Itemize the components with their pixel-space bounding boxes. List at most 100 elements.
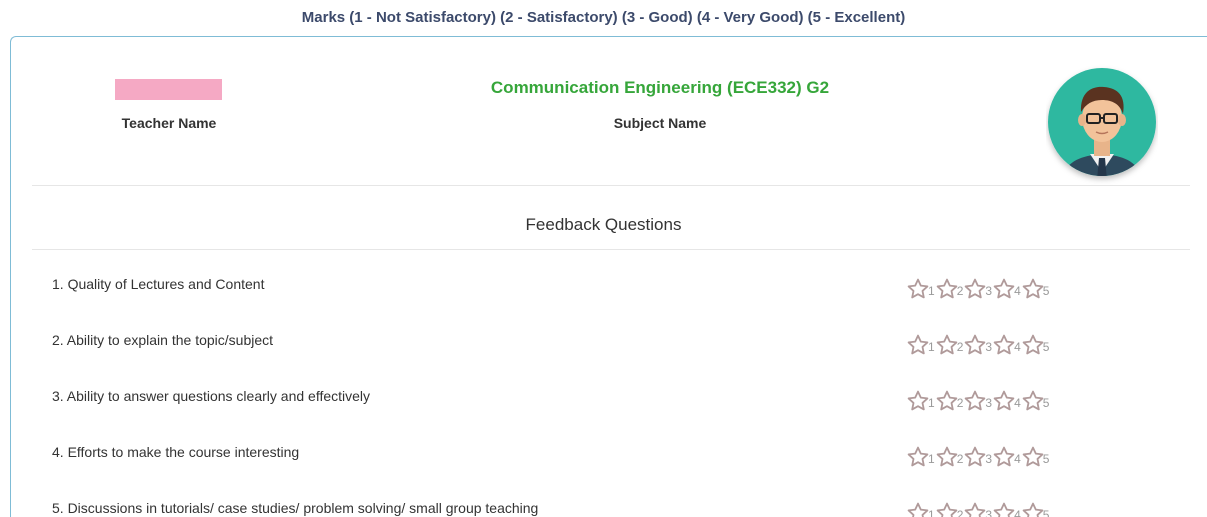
rating-number: 1 xyxy=(928,284,935,298)
star-icon xyxy=(907,334,929,355)
star-icon xyxy=(1022,278,1044,299)
teacher-name-redacted xyxy=(115,79,222,100)
rating-number: 4 xyxy=(1014,508,1021,517)
rating-star-1[interactable]: 1 xyxy=(907,502,935,517)
rating-star-3[interactable]: 3 xyxy=(964,334,992,356)
star-rating: 1 2 3 4 5 xyxy=(907,440,1050,468)
rating-number: 3 xyxy=(985,340,993,354)
star-icon xyxy=(907,502,929,517)
rating-star-3[interactable]: 3 xyxy=(964,446,992,468)
star-icon xyxy=(965,390,986,411)
rating-star-4[interactable]: 4 xyxy=(993,390,1021,412)
rating-star-4[interactable]: 4 xyxy=(993,334,1021,356)
star-rating: 1 2 3 4 5 xyxy=(907,272,1050,300)
star-icon xyxy=(936,278,957,299)
star-icon xyxy=(1022,334,1044,355)
rating-star-5[interactable]: 5 xyxy=(1022,446,1050,468)
rating-star-5[interactable]: 5 xyxy=(1022,502,1050,517)
rating-number: 4 xyxy=(1014,284,1021,298)
rating-star-4[interactable]: 4 xyxy=(993,278,1021,300)
star-icon xyxy=(1022,502,1044,517)
rating-number: 4 xyxy=(1014,396,1021,410)
question-text: 2. Ability to explain the topic/subject xyxy=(52,332,274,348)
question-row: 1. Quality of Lectures and Content 1 2 3 4 5 xyxy=(52,272,1182,300)
rating-number: 5 xyxy=(1042,284,1050,298)
rating-number: 3 xyxy=(985,452,993,466)
rating-number: 2 xyxy=(956,396,964,410)
rating-number: 2 xyxy=(956,340,964,354)
question-text: 3. Ability to answer questions clearly a… xyxy=(52,388,371,404)
question-text: 4. Efforts to make the course interestin… xyxy=(52,444,300,460)
question-text: 1. Quality of Lectures and Content xyxy=(52,276,265,292)
rating-number: 5 xyxy=(1042,340,1050,354)
star-icon xyxy=(993,334,1015,355)
question-row: 2. Ability to explain the topic/subject 1… xyxy=(52,328,1182,356)
rating-number: 4 xyxy=(1014,340,1021,354)
feedback-page: Marks (1 - Not Satisfactory) (2 - Satisf… xyxy=(0,0,1207,517)
question-row: 3. Ability to answer questions clearly a… xyxy=(52,384,1182,412)
rating-number: 4 xyxy=(1014,452,1021,466)
star-icon xyxy=(965,334,986,355)
star-icon xyxy=(993,390,1015,411)
header-divider xyxy=(32,185,1190,186)
rating-star-2[interactable]: 2 xyxy=(936,502,964,517)
question-text: 5. Discussions in tutorials/ case studie… xyxy=(52,500,539,516)
subject-title: Communication Engineering (ECE332) G2 xyxy=(490,78,830,97)
star-icon xyxy=(1022,446,1044,467)
rating-star-2[interactable]: 2 xyxy=(936,334,964,356)
rating-number: 2 xyxy=(956,508,964,517)
star-icon xyxy=(993,278,1015,299)
rating-star-2[interactable]: 2 xyxy=(936,446,964,468)
rating-number: 1 xyxy=(928,508,935,517)
star-rating: 1 2 3 4 5 xyxy=(907,496,1050,517)
star-icon xyxy=(965,446,986,467)
rating-star-4[interactable]: 4 xyxy=(993,502,1021,517)
subject-name-label: Subject Name xyxy=(613,115,707,131)
star-icon xyxy=(936,502,957,517)
rating-number: 3 xyxy=(985,508,993,517)
rating-star-1[interactable]: 1 xyxy=(907,278,935,300)
question-row: 5. Discussions in tutorials/ case studie… xyxy=(52,496,1182,517)
rating-star-1[interactable]: 1 xyxy=(907,334,935,356)
rating-number: 2 xyxy=(956,284,964,298)
star-icon xyxy=(993,446,1015,467)
rating-star-2[interactable]: 2 xyxy=(936,390,964,412)
star-icon xyxy=(993,502,1015,517)
feedback-questions-title: Feedback Questions xyxy=(525,215,682,234)
rating-star-1[interactable]: 1 xyxy=(907,390,935,412)
star-icon xyxy=(936,390,957,411)
star-icon xyxy=(907,278,929,299)
rating-number: 3 xyxy=(985,396,993,410)
section-divider xyxy=(32,249,1190,250)
teacher-name-label: Teacher Name xyxy=(121,115,217,131)
rating-star-2[interactable]: 2 xyxy=(936,278,964,300)
question-row: 4. Efforts to make the course interestin… xyxy=(52,440,1182,468)
rating-number: 1 xyxy=(928,340,935,354)
star-rating: 1 2 3 4 5 xyxy=(907,328,1050,356)
rating-number: 2 xyxy=(956,452,964,466)
rating-star-1[interactable]: 1 xyxy=(907,446,935,468)
marks-legend: Marks (1 - Not Satisfactory) (2 - Satisf… xyxy=(301,9,906,26)
teacher-avatar-icon xyxy=(1046,60,1158,188)
rating-number: 5 xyxy=(1042,508,1050,517)
star-icon xyxy=(907,446,929,467)
star-icon xyxy=(936,446,957,467)
rating-star-3[interactable]: 3 xyxy=(964,502,992,517)
star-icon xyxy=(936,334,957,355)
star-icon xyxy=(965,278,986,299)
star-icon xyxy=(907,390,929,411)
rating-number: 5 xyxy=(1042,396,1050,410)
rating-number: 3 xyxy=(985,284,993,298)
rating-number: 5 xyxy=(1042,452,1050,466)
rating-star-5[interactable]: 5 xyxy=(1022,334,1050,356)
rating-star-3[interactable]: 3 xyxy=(964,390,992,412)
star-icon xyxy=(1022,390,1044,411)
rating-star-3[interactable]: 3 xyxy=(964,278,992,300)
star-rating: 1 2 3 4 5 xyxy=(907,384,1050,412)
rating-star-5[interactable]: 5 xyxy=(1022,278,1050,300)
star-icon xyxy=(965,502,986,517)
rating-star-4[interactable]: 4 xyxy=(993,446,1021,468)
rating-number: 1 xyxy=(928,452,935,466)
rating-star-5[interactable]: 5 xyxy=(1022,390,1050,412)
rating-number: 1 xyxy=(928,396,935,410)
